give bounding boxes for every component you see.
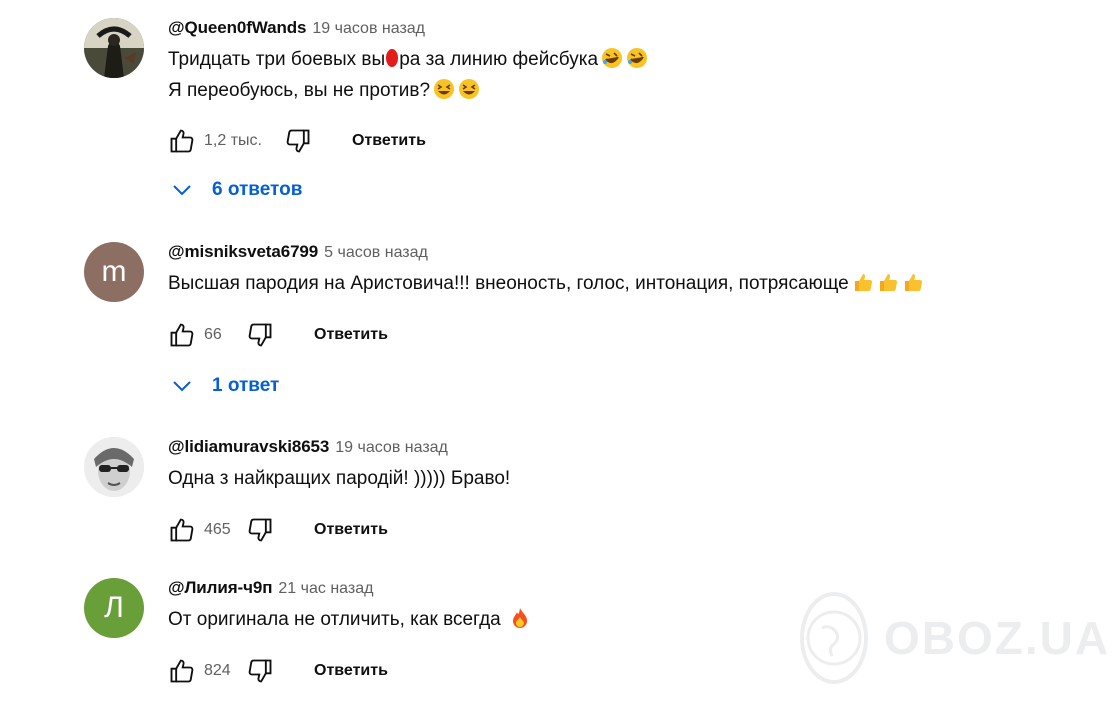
chevron-down-icon xyxy=(173,381,191,392)
comment-author[interactable]: @misniksveta6799 xyxy=(168,242,318,262)
comment-actions: 1,2 тыс. Ответить xyxy=(168,126,426,156)
thumbs-down-icon[interactable] xyxy=(284,127,312,155)
view-replies-button[interactable]: 6 ответов xyxy=(170,178,302,202)
red-dot-overlay xyxy=(386,49,399,67)
thumbs-up-icon[interactable] xyxy=(168,321,196,349)
like-count: 1,2 тыс. xyxy=(204,132,262,149)
replies-label: 6 ответов xyxy=(212,179,303,200)
comments-section: @Queen0fWands 19 часов назад Тридцать тр… xyxy=(0,0,1116,703)
like-count: 66 xyxy=(204,326,222,343)
thumbs-up-emoji-icon xyxy=(877,271,899,293)
comment-text: Высшая пародия на Аристовича!!! внеоност… xyxy=(168,268,1096,299)
comment-time[interactable]: 19 часов назад xyxy=(335,439,448,457)
avatar[interactable]: Л xyxy=(84,578,144,638)
like-count: 824 xyxy=(204,662,231,679)
comment-actions: 824 Ответить xyxy=(168,656,388,686)
thumbs-down-icon[interactable] xyxy=(246,657,274,685)
reply-button[interactable]: Ответить xyxy=(314,521,388,539)
thumbs-up-icon[interactable] xyxy=(168,127,196,155)
comment-text: Одна з найкращих пародій! ))))) Браво! xyxy=(168,468,511,489)
reply-button[interactable]: Ответить xyxy=(314,326,388,344)
thumbs-up-icon[interactable] xyxy=(168,657,196,685)
chevron-down-icon xyxy=(173,185,191,196)
comment-time[interactable]: 19 часов назад xyxy=(312,20,425,38)
avatar-letter: Л xyxy=(104,591,124,624)
reply-button[interactable]: Ответить xyxy=(352,132,426,150)
watermark: OBOZ.UA xyxy=(800,592,1108,684)
thumbs-up-emoji-icon xyxy=(852,271,874,293)
avatar[interactable] xyxy=(84,437,144,497)
watermark-text: OBOZ.UA xyxy=(884,612,1111,664)
comment-author[interactable]: @Queen0fWands xyxy=(168,18,306,38)
comment-time[interactable]: 5 часов назад xyxy=(324,244,428,262)
comment-actions: 465 Ответить xyxy=(168,515,388,545)
rolling-laughing-emoji-icon xyxy=(601,47,623,69)
comment-author[interactable]: @lidiamuravski8653 xyxy=(168,437,329,457)
comment-actions: 66 Ответить xyxy=(168,320,388,350)
grinning-squinting-emoji-icon xyxy=(433,78,455,100)
view-replies-button[interactable]: 1 ответ xyxy=(170,374,279,398)
comment-text: Тридцать три боевых вы ра за линию фейсбу… xyxy=(168,44,1096,106)
grinning-squinting-emoji-icon xyxy=(458,78,480,100)
comment-time[interactable]: 21 час назад xyxy=(278,580,373,598)
reply-button[interactable]: Ответить xyxy=(314,662,388,680)
avatar[interactable]: m xyxy=(84,242,144,302)
comment-author[interactable]: @Лилия-ч9п xyxy=(168,578,272,598)
avatar[interactable] xyxy=(84,18,144,78)
thumbs-down-icon[interactable] xyxy=(246,321,274,349)
avatar-letter: m xyxy=(101,255,127,288)
replies-label: 1 ответ xyxy=(212,375,280,396)
fire-emoji-icon xyxy=(509,607,531,629)
rolling-laughing-emoji-icon xyxy=(626,47,648,69)
like-count: 465 xyxy=(204,521,231,538)
thumbs-down-icon[interactable] xyxy=(246,516,274,544)
thumbs-up-emoji-icon xyxy=(902,271,924,293)
thumbs-up-icon[interactable] xyxy=(168,516,196,544)
globe-icon xyxy=(800,592,868,684)
